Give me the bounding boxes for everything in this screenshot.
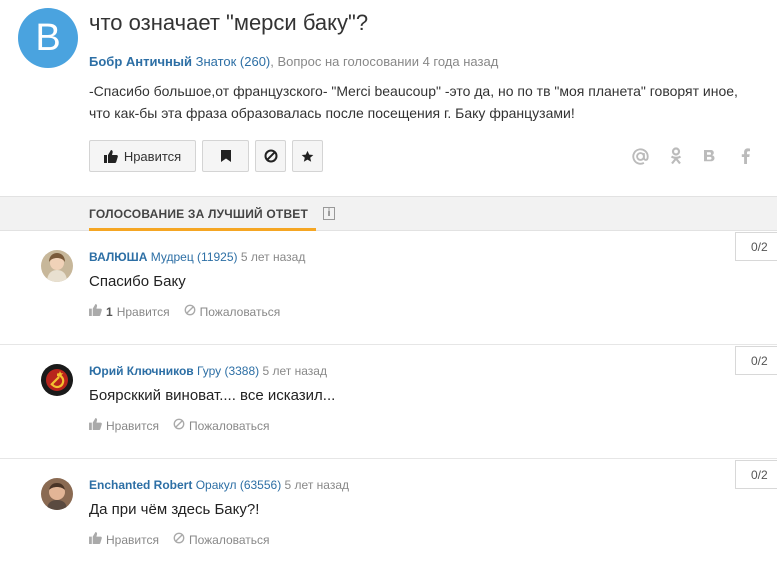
answer-actions: Нравится Пожаловаться: [89, 418, 270, 433]
question-status: , Вопрос на голосовании 4 года назад: [270, 54, 499, 69]
answer-vote-score[interactable]: 0/2: [735, 460, 777, 489]
answer-like-label: Нравится: [106, 532, 159, 547]
answer-actions: 1 Нравится Пожаловаться: [89, 304, 280, 319]
answer-author-rank: Оракул (63556): [195, 478, 282, 492]
answer-like-label: Нравится: [116, 304, 170, 319]
answer-author-avatar[interactable]: [41, 478, 73, 510]
answer-like-button[interactable]: 1 Нравится: [89, 304, 170, 319]
mail-share-icon[interactable]: [631, 146, 649, 166]
answer-meta: Enchanted Robert Оракул (63556) 5 лет на…: [89, 478, 349, 492]
answer-vote-score[interactable]: 0/2: [735, 346, 777, 375]
ban-icon: [173, 418, 185, 433]
answer-item: Enchanted Robert Оракул (63556) 5 лет на…: [0, 459, 777, 565]
facebook-icon[interactable]: [736, 146, 754, 166]
answer-like-button[interactable]: Нравится: [89, 532, 159, 547]
answer-author-link[interactable]: Enchanted Robert: [89, 478, 192, 492]
ban-icon: [173, 532, 185, 547]
block-button[interactable]: [255, 140, 286, 172]
answer-report-button[interactable]: Пожаловаться: [173, 532, 270, 547]
answer-report-button[interactable]: Пожаловаться: [184, 304, 281, 319]
answer-text: Боярсккий виноват.... все исказил...: [89, 387, 336, 404]
question-meta: Бобр Античный Знаток (260), Вопрос на го…: [89, 54, 498, 69]
answer-author-avatar[interactable]: [41, 250, 73, 282]
question-author-link[interactable]: Бобр Античный: [89, 54, 192, 69]
answer-author-link[interactable]: ВАЛЮША: [89, 250, 147, 264]
answer-author-link[interactable]: Юрий Ключников: [89, 364, 194, 378]
question-author-rank: Знаток (260): [195, 54, 271, 69]
answer-meta: Юрий Ключников Гуру (3388) 5 лет назад: [89, 364, 327, 378]
voting-section-header: ГОЛОСОВАНИЕ ЗА ЛУЧШИЙ ОТВЕТ i: [0, 196, 777, 231]
answer-like-button[interactable]: Нравится: [89, 418, 159, 433]
like-button-label: Нравится: [123, 148, 182, 164]
star-icon: [301, 150, 314, 163]
answer-text: Да при чём здесь Баку?!: [89, 501, 260, 518]
answer-actions: Нравится Пожаловаться: [89, 532, 270, 547]
favorite-button[interactable]: [292, 140, 323, 172]
ban-icon: [264, 149, 278, 163]
answer-text: Спасибо Баку: [89, 273, 186, 290]
answer-time: 5 лет назад: [284, 478, 349, 492]
question-author-avatar[interactable]: B: [18, 8, 78, 68]
answer-report-label: Пожаловаться: [188, 532, 270, 547]
answer-item: ВАЛЮША Мудрец (11925) 5 лет назад Спасиб…: [0, 231, 777, 345]
answer-time: 5 лет назад: [262, 364, 327, 378]
answer-author-avatar[interactable]: [41, 364, 73, 396]
answer-meta: ВАЛЮША Мудрец (11925) 5 лет назад: [89, 250, 305, 264]
voting-section-title: ГОЛОСОВАНИЕ ЗА ЛУЧШИЙ ОТВЕТ: [89, 207, 309, 221]
thumbs-up-icon: [103, 149, 118, 163]
answer-vote-score[interactable]: 0/2: [735, 232, 777, 261]
answer-author-rank: Гуру (3388): [197, 364, 260, 378]
thumbs-up-icon: [89, 418, 102, 433]
answer-like-label: Нравится: [106, 418, 159, 433]
info-icon[interactable]: i: [323, 207, 335, 220]
bookmark-button[interactable]: [202, 140, 249, 172]
answer-report-label: Пожаловаться: [199, 304, 281, 319]
odnoklassniki-icon[interactable]: [667, 146, 685, 166]
flag-icon: [220, 150, 231, 162]
thumbs-up-icon: [89, 304, 102, 319]
like-button[interactable]: Нравится: [89, 140, 196, 172]
ban-icon: [184, 304, 196, 319]
answer-report-button[interactable]: Пожаловаться: [173, 418, 270, 433]
answer-report-label: Пожаловаться: [188, 418, 270, 433]
question-title: что означает "мерси баку"?: [89, 10, 369, 35]
answer-item: Юрий Ключников Гуру (3388) 5 лет назад Б…: [0, 345, 777, 459]
thumbs-up-icon: [89, 532, 102, 547]
answer-time: 5 лет назад: [240, 250, 306, 264]
vk-icon[interactable]: [701, 146, 719, 166]
question-text: -Спасибо большое,от французского- "Merci…: [89, 83, 738, 121]
answer-like-count: 1: [106, 304, 113, 319]
answer-author-rank: Мудрец (11925): [150, 250, 238, 264]
